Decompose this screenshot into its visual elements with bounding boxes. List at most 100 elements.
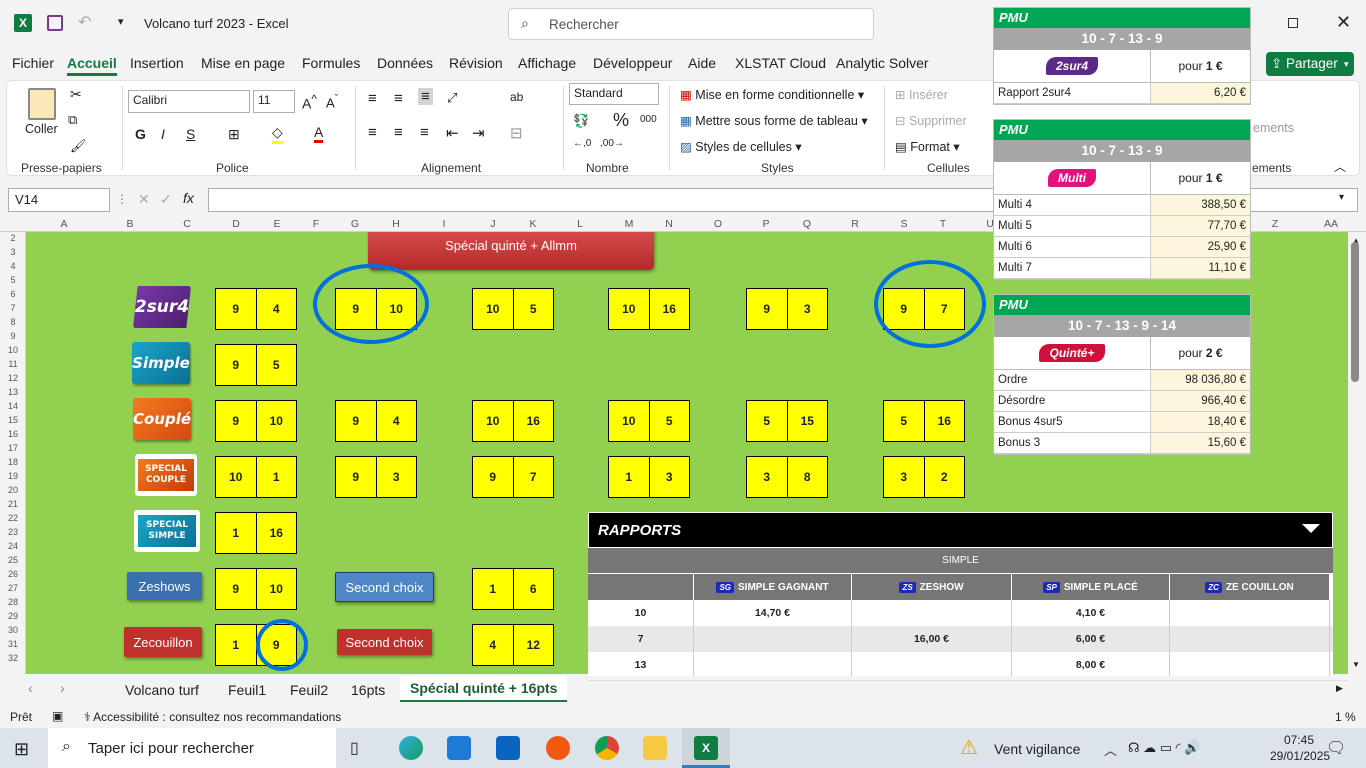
- number-pair-cell[interactable]: 93: [335, 456, 417, 498]
- cancel-formula-icon[interactable]: ✕: [138, 191, 150, 208]
- horse-number[interactable]: 9: [336, 401, 377, 441]
- conditional-formatting-button[interactable]: ▦ Mise en forme conditionnelle ▾: [680, 87, 864, 102]
- name-box[interactable]: V14: [8, 188, 110, 212]
- horse-number[interactable]: 16: [650, 289, 690, 329]
- undo-icon[interactable]: ↶: [78, 12, 91, 32]
- taskbar-search[interactable]: ⌕ Taper ici pour rechercher: [48, 728, 336, 768]
- horse-number[interactable]: 10: [257, 569, 297, 609]
- number-pair-cell[interactable]: 4 12: [472, 624, 554, 666]
- horse-number[interactable]: 3: [377, 457, 417, 497]
- column-header[interactable]: Z: [1260, 218, 1290, 230]
- column-header[interactable]: A: [49, 218, 79, 230]
- horse-number[interactable]: 1: [609, 457, 650, 497]
- zecouillon-button[interactable]: Zecouillon: [124, 627, 202, 657]
- horse-number[interactable]: 9: [216, 345, 257, 385]
- horse-number[interactable]: 5: [514, 289, 554, 329]
- horse-number[interactable]: 3: [650, 457, 690, 497]
- column-header[interactable]: B: [115, 218, 145, 230]
- row-header[interactable]: 10: [0, 345, 26, 355]
- enter-formula-icon[interactable]: ✓: [160, 191, 172, 208]
- column-header[interactable]: T: [928, 218, 958, 230]
- row-header[interactable]: 15: [0, 415, 26, 425]
- number-pair-cell[interactable]: 13: [608, 456, 690, 498]
- second-choix-button-2[interactable]: Second choix: [337, 629, 432, 655]
- wrap-text-icon[interactable]: ab: [510, 90, 523, 104]
- number-pair-cell[interactable]: 97: [472, 456, 554, 498]
- horse-number[interactable]: 15: [788, 401, 828, 441]
- tab-feuil2[interactable]: Feuil2: [290, 682, 328, 698]
- column-header[interactable]: I: [429, 218, 459, 230]
- column-header[interactable]: J: [478, 218, 508, 230]
- horse-number[interactable]: 6: [514, 569, 554, 609]
- row-header[interactable]: 5: [0, 275, 26, 285]
- tab-scroll-right-icon[interactable]: ›: [60, 680, 65, 696]
- clock-date[interactable]: 29/01/2025: [1270, 749, 1330, 763]
- menu-xlstat[interactable]: XLSTAT Cloud: [735, 55, 826, 71]
- horse-number[interactable]: 12: [514, 625, 554, 665]
- increase-decimal-icon[interactable]: ←,0: [573, 138, 591, 149]
- zeshows-button[interactable]: Zeshows: [127, 572, 202, 600]
- horse-number[interactable]: 3: [884, 457, 925, 497]
- horse-number[interactable]: 1: [216, 625, 257, 665]
- share-button[interactable]: ⇪ Partager ▾: [1266, 52, 1354, 76]
- row-header[interactable]: 24: [0, 541, 26, 551]
- column-header[interactable]: K: [518, 218, 548, 230]
- accessibility-status[interactable]: ⚕ Accessibilité : consultez nos recomman…: [84, 710, 341, 724]
- row-header[interactable]: 32: [0, 653, 26, 663]
- column-header[interactable]: R: [840, 218, 870, 230]
- menu-fichier[interactable]: Fichier: [12, 55, 54, 71]
- horse-number[interactable]: 16: [925, 401, 965, 441]
- close-window-icon[interactable]: ✕: [1336, 12, 1351, 33]
- number-pair-cell[interactable]: 1 16: [215, 512, 297, 554]
- column-header[interactable]: D: [221, 218, 251, 230]
- merge-icon[interactable]: ⊟: [510, 124, 523, 142]
- notifications-icon[interactable]: 🗨: [1326, 738, 1346, 758]
- font-size-select[interactable]: 11: [253, 90, 295, 113]
- customize-toolbar-icon[interactable]: ▾: [118, 15, 124, 28]
- row-header[interactable]: 27: [0, 583, 26, 593]
- number-pair-cell[interactable]: 5 16: [883, 400, 965, 442]
- row-header[interactable]: 21: [0, 499, 26, 509]
- row-header[interactable]: 8: [0, 317, 26, 327]
- tab-volcano-turf[interactable]: Volcano turf: [125, 682, 199, 698]
- horse-number[interactable]: 10: [473, 289, 514, 329]
- decrease-indent-icon[interactable]: ⇤: [446, 124, 459, 142]
- tab-16pts[interactable]: 16pts: [351, 682, 385, 698]
- row-header[interactable]: 18: [0, 457, 26, 467]
- format-cells-button[interactable]: ▤ Format ▾: [895, 139, 960, 154]
- column-header[interactable]: E: [262, 218, 292, 230]
- row-header[interactable]: 3: [0, 247, 26, 257]
- column-header[interactable]: S: [889, 218, 919, 230]
- horse-number[interactable]: 7: [925, 289, 965, 329]
- column-header[interactable]: AA: [1316, 218, 1346, 230]
- horse-number[interactable]: 10: [216, 457, 257, 497]
- menu-revision[interactable]: Révision: [449, 55, 503, 71]
- zoom-level[interactable]: 1 %: [1335, 710, 1356, 724]
- number-pair-cell[interactable]: 94: [335, 400, 417, 442]
- percent-icon[interactable]: %: [613, 110, 629, 131]
- italic-icon[interactable]: I: [161, 126, 165, 142]
- collapse-ribbon-icon[interactable]: ︿: [1334, 158, 1346, 175]
- store-icon[interactable]: [447, 736, 471, 760]
- column-header[interactable]: Q: [792, 218, 822, 230]
- rapports-header[interactable]: RAPPORTS: [588, 512, 1333, 548]
- horse-number[interactable]: 10: [257, 401, 297, 441]
- number-format-select[interactable]: Standard: [569, 83, 659, 105]
- row-header[interactable]: 29: [0, 611, 26, 621]
- macro-recording-icon[interactable]: ▣: [52, 709, 63, 723]
- column-header[interactable]: L: [565, 218, 595, 230]
- number-pair-cell[interactable]: 19: [215, 624, 297, 666]
- outlook-icon[interactable]: [496, 736, 520, 760]
- brave-icon[interactable]: [546, 736, 570, 760]
- column-header[interactable]: H: [381, 218, 411, 230]
- number-pair-cell[interactable]: 97: [883, 288, 965, 330]
- number-pair-cell[interactable]: 10 16: [608, 288, 690, 330]
- horse-number[interactable]: 9: [257, 625, 297, 665]
- borders-icon[interactable]: ⊞: [228, 126, 240, 143]
- row-header[interactable]: 28: [0, 597, 26, 607]
- menu-aide[interactable]: Aide: [688, 55, 716, 71]
- horse-number[interactable]: 10: [609, 401, 650, 441]
- number-pair-cell[interactable]: 94: [215, 288, 297, 330]
- delete-cells-button[interactable]: ⊟ Supprimer: [895, 113, 967, 128]
- number-pair-cell[interactable]: 9 10: [215, 568, 297, 610]
